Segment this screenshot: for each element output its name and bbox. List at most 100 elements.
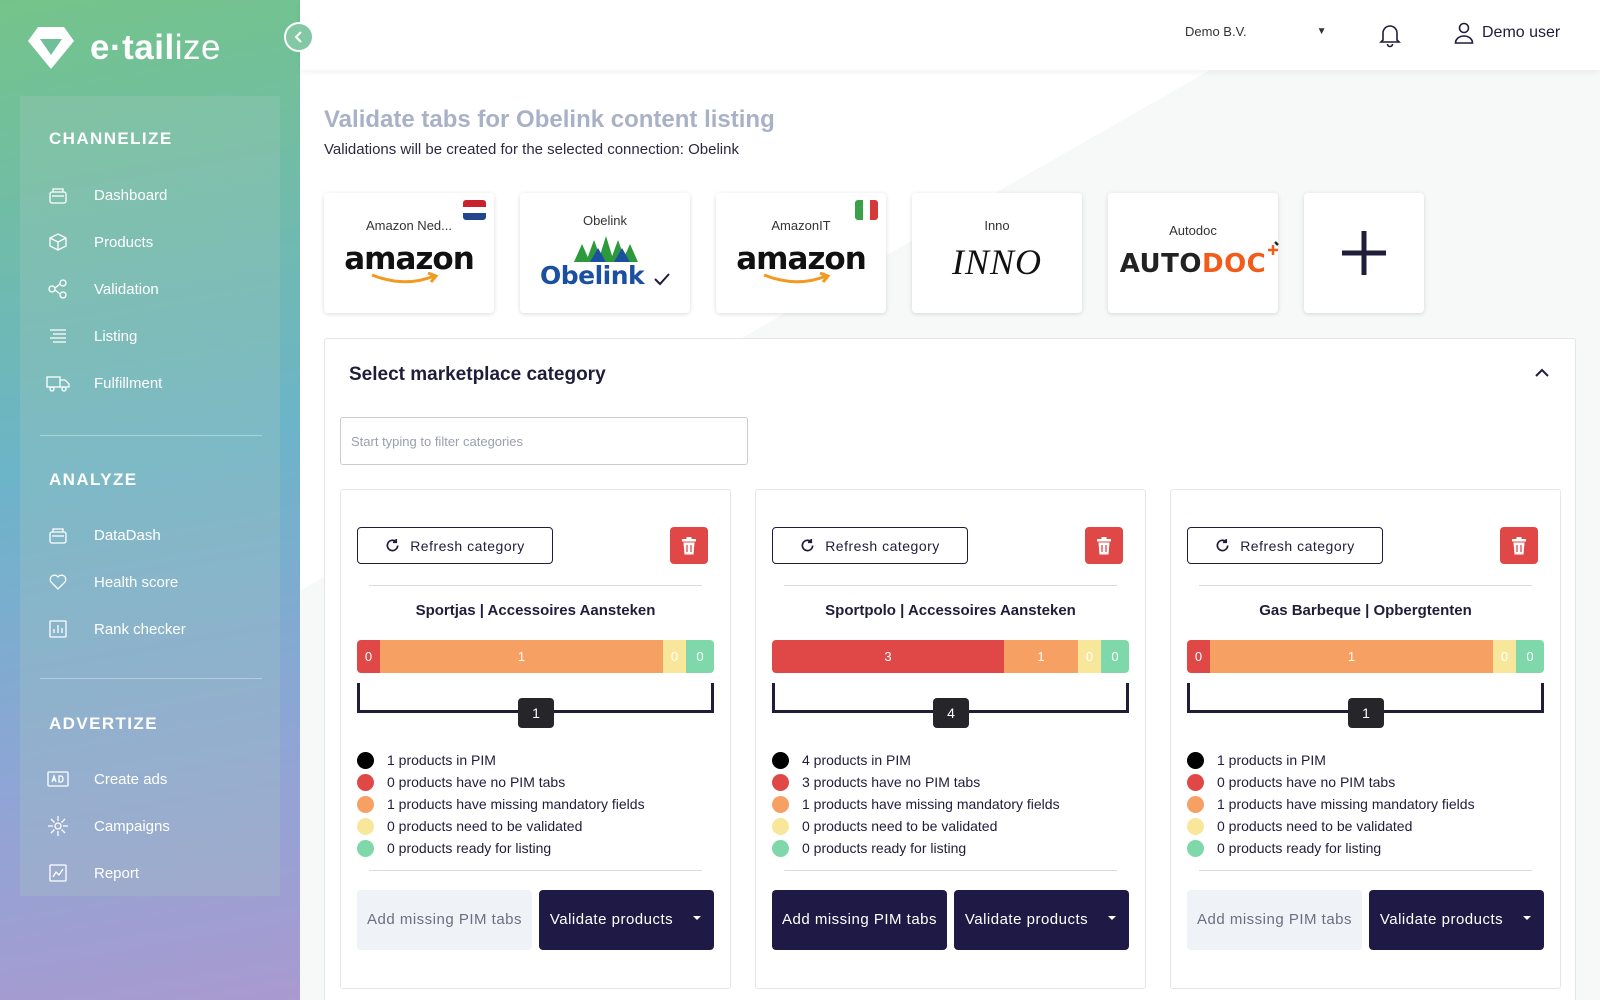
nav-section-advertize: ADVERTIZE (49, 714, 158, 733)
validate-products-button[interactable]: Validate products (954, 890, 1129, 950)
segment-missing-fields: 1 (1210, 640, 1493, 673)
card-divider (1199, 585, 1532, 586)
user-menu[interactable]: Demo user (1454, 22, 1560, 44)
add-missing-pim-tabs-button[interactable]: Add missing PIM tabs (772, 890, 947, 950)
sidebar-item-label: Products (94, 233, 154, 251)
collapse-panel-button[interactable] (1535, 365, 1549, 383)
category-title: Sportpolo | Accessoires Aansteken (825, 602, 1076, 619)
segment-missing-fields: 1 (380, 640, 663, 673)
connection-card-inno[interactable]: Inno INNO (912, 193, 1082, 313)
etailize-logo-icon (28, 27, 74, 69)
trash-icon (1097, 536, 1111, 554)
legend-item: 1 products have missing mandatory fields (772, 793, 1060, 815)
refresh-category-button[interactable]: Refresh category (357, 527, 553, 564)
category-card: Refresh category Sportpolo | Accessoires… (755, 489, 1146, 989)
legend-dot (357, 817, 374, 835)
sidebar-item-label: Validation (94, 280, 159, 298)
collapse-sidebar-button[interactable] (284, 22, 314, 52)
card-divider (1199, 870, 1532, 871)
refresh-category-button[interactable]: Refresh category (772, 527, 968, 564)
legend-item: 0 products need to be validated (1187, 815, 1475, 837)
sidebar-item-health-score[interactable]: Health score (46, 567, 178, 597)
sidebar-item-campaigns[interactable]: Campaigns (46, 811, 170, 841)
sidebar-item-label: Campaigns (94, 817, 170, 835)
page-title: Validate tabs for Obelink content listin… (324, 106, 775, 133)
delete-category-button[interactable] (1500, 527, 1538, 564)
card-actions: Add missing PIM tabs Validate products (357, 890, 714, 950)
sidebar-item-rank-checker[interactable]: Rank checker (46, 614, 186, 644)
legend-item: 0 products need to be validated (357, 815, 645, 837)
delete-category-button[interactable] (1085, 527, 1123, 564)
sidebar-item-create-ads[interactable]: Create ads (46, 764, 167, 794)
total-products-badge: 4 (933, 698, 969, 728)
legend-dot (772, 773, 789, 791)
connection-card-amazon-nl[interactable]: Amazon Ned... amazon (324, 193, 494, 313)
user-icon (1454, 22, 1474, 44)
status-legend: 1 products in PIM 0 products have no PIM… (357, 749, 645, 859)
legend-dot (772, 795, 789, 813)
add-missing-pim-tabs-button[interactable]: Add missing PIM tabs (1187, 890, 1362, 950)
card-divider (369, 585, 702, 586)
connection-name: AmazonIT (771, 218, 831, 233)
segment-need-validation: 0 (663, 640, 686, 673)
trash-icon (1512, 536, 1526, 554)
validate-products-button[interactable]: Validate products (1369, 890, 1544, 950)
notifications-button[interactable] (1378, 22, 1402, 53)
validate-products-button[interactable]: Validate products (539, 890, 714, 950)
connection-card-obelink[interactable]: Obelink Obelink (520, 193, 690, 313)
refresh-category-button[interactable]: Refresh category (1187, 527, 1383, 564)
nav-section-analyze: ANALYZE (49, 470, 138, 489)
validate-products-label: Validate products (549, 911, 674, 928)
legend-item: 1 products have missing mandatory fields (1187, 793, 1475, 815)
refresh-category-label: Refresh category (1240, 537, 1355, 554)
dashboard-icon (46, 183, 70, 207)
total-products-badge: 1 (518, 698, 554, 728)
sidebar-item-fulfillment[interactable]: Fulfillment (46, 368, 162, 398)
status-progress-bar: 3 1 0 0 (772, 640, 1129, 673)
page-subtitle: Validations will be created for the sele… (324, 141, 739, 158)
sidebar-item-dashboard[interactable]: Dashboard (46, 180, 167, 210)
sidebar-item-listing[interactable]: Listing (46, 321, 137, 351)
share-icon (46, 277, 70, 301)
autodoc-logo: AUTODOC (1108, 241, 1280, 279)
category-filter-input[interactable] (340, 417, 748, 465)
report-icon (46, 861, 70, 885)
segment-ready-for-listing: 0 (1516, 640, 1544, 673)
add-missing-pim-tabs-button[interactable]: Add missing PIM tabs (357, 890, 532, 950)
segment-no-pim-tabs: 3 (772, 640, 1004, 673)
heart-icon (46, 570, 70, 594)
add-connection-button[interactable] (1304, 193, 1424, 313)
caret-down-icon[interactable] (692, 914, 702, 922)
legend-dot (357, 795, 374, 813)
legend-item: 1 products in PIM (1187, 749, 1475, 771)
sidebar-item-validation[interactable]: Validation (46, 274, 159, 304)
connection-card-autodoc[interactable]: Autodoc AUTODOC (1108, 193, 1280, 313)
sidebar-item-label: Rank checker (94, 620, 186, 638)
organization-name: Demo B.V. (1185, 24, 1247, 39)
sidebar-item-label: DataDash (94, 526, 161, 544)
connection-card-amazon-it[interactable]: AmazonIT amazon (716, 193, 886, 313)
organization-select[interactable]: Demo B.V. ▼ (1185, 24, 1327, 39)
topbar: Demo B.V. ▼ Demo user (300, 0, 1600, 70)
obelink-logo: Obelink (520, 236, 690, 291)
legend-dot (357, 839, 374, 857)
card-divider (369, 870, 702, 871)
sidebar-item-products[interactable]: Products (46, 227, 153, 257)
legend-dot (357, 773, 374, 791)
sidebar-item-datadash[interactable]: DataDash (46, 520, 161, 550)
bell-icon (1379, 25, 1401, 48)
inno-logo: INNO (951, 242, 1042, 282)
refresh-category-label: Refresh category (410, 537, 525, 554)
refresh-icon (386, 538, 399, 552)
sidebar: e·tailize CHANNELIZE Dashboard Products … (0, 0, 300, 1000)
nav-section-channelize: CHANNELIZE (49, 129, 173, 148)
caret-down-icon[interactable] (1107, 914, 1117, 922)
legend-item: 0 products ready for listing (1187, 837, 1475, 859)
chevron-up-icon (1535, 368, 1549, 377)
card-actions: Add missing PIM tabs Validate products (772, 890, 1129, 950)
sidebar-item-report[interactable]: Report (46, 858, 139, 888)
delete-category-button[interactable] (670, 527, 708, 564)
brand-logo[interactable]: e·tailize (26, 24, 221, 72)
caret-down-icon[interactable] (1522, 914, 1532, 922)
card-divider (784, 585, 1117, 586)
